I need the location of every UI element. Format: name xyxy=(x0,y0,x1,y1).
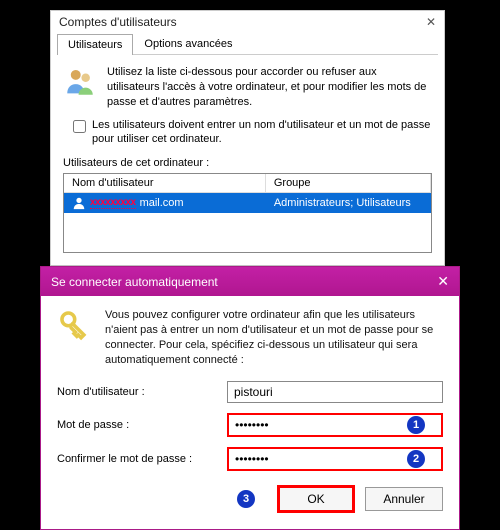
tab-advanced[interactable]: Options avancées xyxy=(133,33,243,54)
user-icon xyxy=(72,196,86,210)
username-field[interactable] xyxy=(227,381,443,403)
annotation-badge-3: 3 xyxy=(237,490,255,508)
username-row: Nom d'utilisateur : xyxy=(57,381,443,403)
table-row[interactable]: xxxxxxxxx mail.com Administrateurs; Utili… xyxy=(64,193,431,213)
userlist-label: Utilisateurs de cet ordinateur : xyxy=(63,157,432,169)
dialog-title: Se connecter automatiquement xyxy=(51,275,218,289)
dialog-body: Vous pouvez configurer votre ordinateur … xyxy=(41,296,459,529)
username-label: Nom d'utilisateur : xyxy=(57,386,227,398)
password-field[interactable] xyxy=(227,413,443,437)
close-icon[interactable]: ✕ xyxy=(426,15,436,29)
mail-rest: mail.com xyxy=(140,197,184,209)
intro-block: Utilisez la liste ci-dessous pour accord… xyxy=(63,65,432,110)
password-row: Mot de passe : 1 xyxy=(57,413,443,437)
tab-content: Utilisez la liste ci-dessous pour accord… xyxy=(51,55,444,265)
password-label: Mot de passe : xyxy=(57,419,227,431)
cancel-button[interactable]: Annuler xyxy=(365,487,443,511)
require-login-label: Les utilisateurs doivent entrer un nom d… xyxy=(92,118,432,148)
key-icon xyxy=(57,308,91,367)
column-group[interactable]: Groupe xyxy=(266,174,431,192)
require-login-checkbox-row: Les utilisateurs doivent entrer un nom d… xyxy=(73,118,432,148)
close-icon[interactable]: ✕ xyxy=(437,273,449,290)
dialog-intro-text: Vous pouvez configurer votre ordinateur … xyxy=(105,308,443,367)
confirm-row: Confirmer le mot de passe : 2 xyxy=(57,447,443,471)
column-username[interactable]: Nom d'utilisateur xyxy=(64,174,266,192)
require-login-checkbox[interactable] xyxy=(73,120,86,133)
confirm-password-field[interactable] xyxy=(227,447,443,471)
confirm-label: Confirmer le mot de passe : xyxy=(57,453,227,465)
window-titlebar: Comptes d'utilisateurs ✕ xyxy=(51,11,444,33)
user-group-cell: Administrateurs; Utilisateurs xyxy=(266,193,431,213)
user-list-header: Nom d'utilisateur Groupe xyxy=(64,174,431,193)
tab-users[interactable]: Utilisateurs xyxy=(57,34,133,55)
ok-button[interactable]: OK xyxy=(277,485,355,513)
dialog-buttons: 3 OK Annuler xyxy=(57,485,443,513)
user-list: Nom d'utilisateur Groupe xxxxxxxxx mail.c… xyxy=(63,173,432,253)
user-accounts-window: Comptes d'utilisateurs ✕ Utilisateurs Op… xyxy=(50,10,445,266)
dialog-titlebar: Se connecter automatiquement ✕ xyxy=(41,267,459,296)
user-name-cell: xxxxxxxxx mail.com xyxy=(64,193,266,213)
intro-text: Utilisez la liste ci-dessous pour accord… xyxy=(107,65,432,110)
window-title: Comptes d'utilisateurs xyxy=(59,15,177,29)
people-icon xyxy=(63,65,97,110)
auto-login-dialog: Se connecter automatiquement ✕ Vous pouv… xyxy=(40,266,460,530)
dialog-intro: Vous pouvez configurer votre ordinateur … xyxy=(57,308,443,367)
redacted-text: xxxxxxxxx xyxy=(90,197,136,209)
tab-strip: Utilisateurs Options avancées xyxy=(57,33,438,55)
